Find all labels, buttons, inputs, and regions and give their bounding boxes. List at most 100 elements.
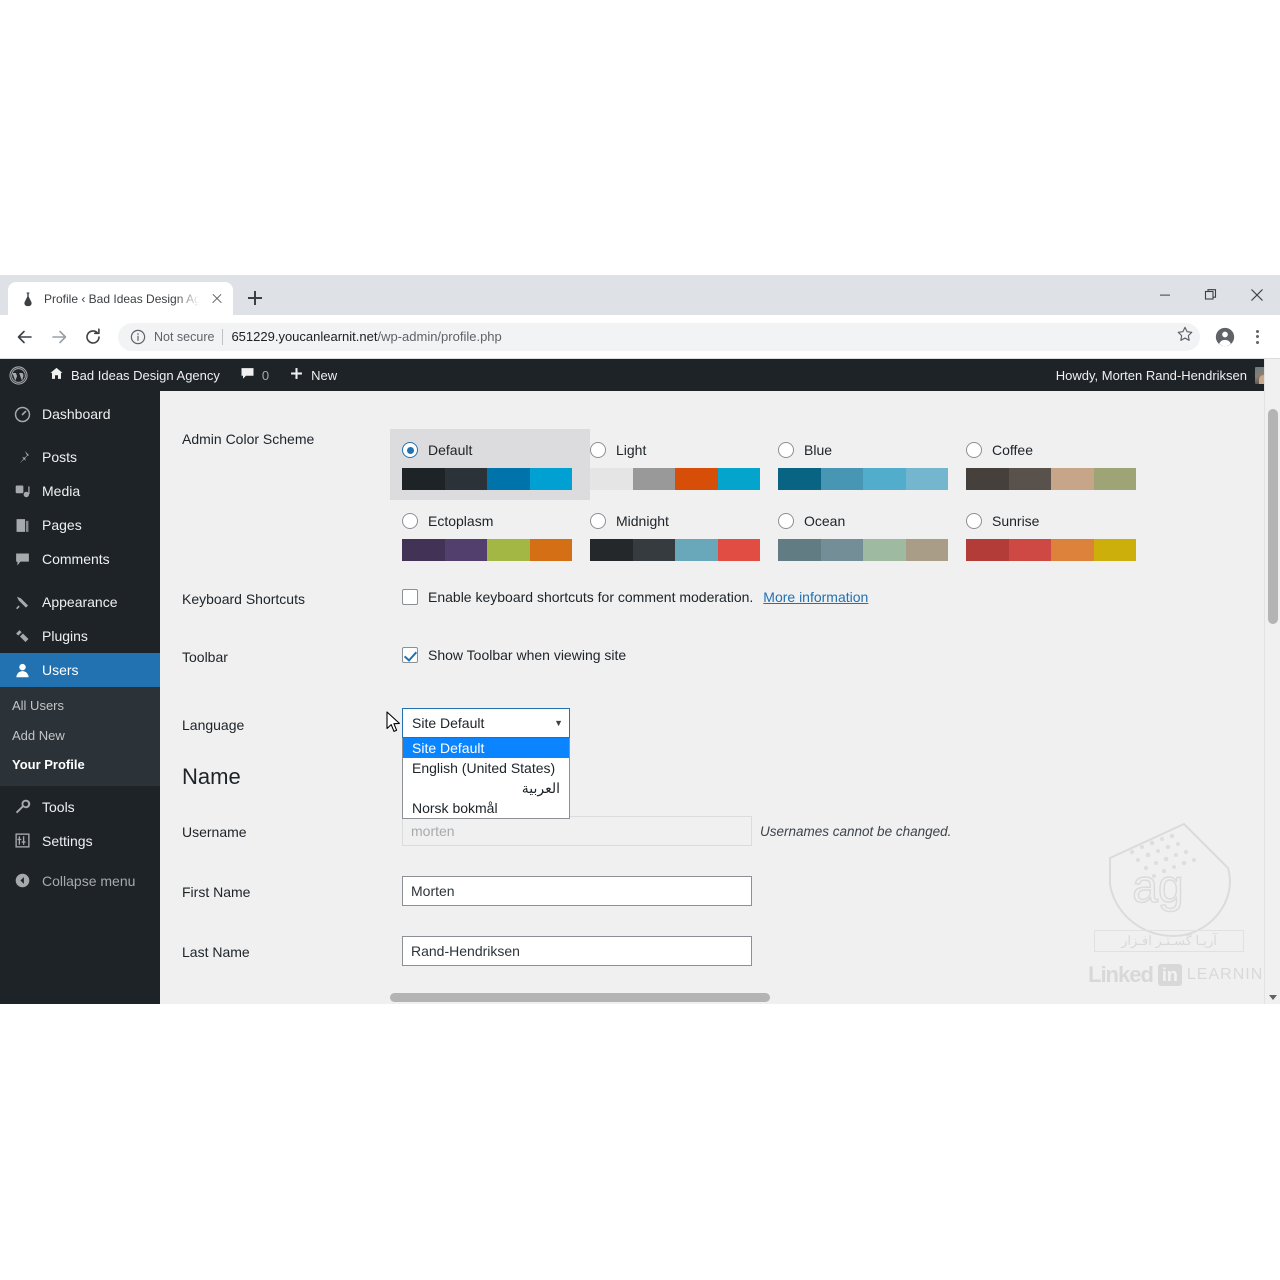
language-option-arabic[interactable]: العربية	[403, 778, 569, 798]
sidebar-item-your-profile[interactable]: Your Profile	[0, 750, 160, 780]
tab-close-icon[interactable]	[209, 291, 225, 307]
site-name-menu[interactable]: Bad Ideas Design Agency	[39, 359, 230, 391]
sidebar-item-tools[interactable]: Tools	[0, 790, 160, 824]
wordpress-logo-icon[interactable]	[0, 359, 39, 391]
palette-blue	[778, 468, 948, 490]
url-host: 651229.youcanlearnit.net	[231, 329, 378, 344]
horizontal-scrollbar-thumb[interactable]	[390, 993, 770, 1002]
sidebar-item-media[interactable]: Media	[0, 474, 160, 508]
radio-midnight[interactable]	[590, 513, 606, 529]
screenshot-root: Profile ‹ Bad Ideas Design Agency	[0, 0, 1280, 1280]
collapse-menu-button[interactable]: Collapse menu	[0, 864, 160, 898]
my-account-menu[interactable]: Howdy, Morten Rand-Hendriksen	[1056, 359, 1280, 391]
row-toolbar: Toolbar Show Toolbar when viewing site	[182, 647, 1280, 665]
sidebar-item-all-users[interactable]: All Users	[0, 691, 160, 721]
language-option-english-us[interactable]: English (United States)	[403, 758, 569, 778]
color-scheme-coffee[interactable]: Coffee	[954, 429, 1154, 500]
forward-arrow-icon[interactable]	[44, 322, 74, 352]
sidebar-item-posts[interactable]: Posts	[0, 440, 160, 474]
keyboard-shortcuts-checkbox[interactable]	[402, 589, 418, 605]
address-bar-url: 651229.youcanlearnit.net/wp-admin/profil…	[231, 329, 501, 344]
comment-bubble-icon	[240, 366, 255, 384]
color-scheme-ectoplasm[interactable]: Ectoplasm	[390, 500, 590, 571]
profile-form: Admin Color Scheme Default Light Blue Co…	[160, 391, 1280, 1004]
palette-default	[402, 468, 572, 490]
first-name-input[interactable]	[402, 876, 752, 906]
new-content-menu[interactable]: New	[279, 359, 347, 391]
sidebar-item-dashboard[interactable]: Dashboard	[0, 397, 160, 431]
color-scheme-options: Default Light Blue Coffee Ectoplasm Midn…	[390, 429, 1202, 571]
url-path: /wp-admin/profile.php	[377, 329, 502, 344]
sidebar-item-users[interactable]: Users	[0, 653, 160, 687]
language-option-site-default[interactable]: Site Default	[403, 738, 569, 758]
sidebar-label: Tools	[42, 798, 75, 815]
radio-blue[interactable]	[778, 442, 794, 458]
color-scheme-sunrise[interactable]: Sunrise	[954, 500, 1154, 571]
toolbar-checkbox[interactable]	[402, 647, 418, 663]
last-name-input[interactable]	[402, 936, 752, 966]
reload-icon[interactable]	[78, 322, 108, 352]
sidebar-label: Users	[42, 662, 79, 678]
bookmark-star-icon[interactable]	[1176, 325, 1194, 348]
new-label: New	[311, 367, 338, 383]
scroll-down-arrow-icon[interactable]	[1268, 995, 1277, 1000]
scheme-label: Blue	[804, 442, 833, 458]
back-arrow-icon[interactable]	[10, 322, 40, 352]
radio-sunrise[interactable]	[966, 513, 982, 529]
palette-ectoplasm	[402, 539, 572, 561]
scheme-label: Ocean	[804, 513, 846, 529]
radio-ocean[interactable]	[778, 513, 794, 529]
radio-default[interactable]	[402, 442, 418, 458]
account-circle-icon[interactable]	[1210, 322, 1240, 352]
row-first-name: First Name	[182, 876, 1280, 906]
keyboard-shortcuts-text: Enable keyboard shortcuts for comment mo…	[428, 589, 754, 605]
comment-icon	[12, 551, 32, 568]
sidebar-item-comments[interactable]: Comments	[0, 542, 160, 576]
language-selected-value: Site Default	[412, 715, 485, 731]
vertical-scrollbar-thumb[interactable]	[1268, 409, 1278, 624]
browser-tab[interactable]: Profile ‹ Bad Ideas Design Agency	[8, 282, 233, 315]
minimize-icon[interactable]	[1142, 275, 1188, 315]
color-scheme-blue[interactable]: Blue	[766, 429, 966, 500]
row-last-name: Last Name	[182, 936, 1280, 966]
comments-menu[interactable]: 0	[230, 359, 279, 391]
wrench-icon	[12, 798, 32, 815]
radio-light[interactable]	[590, 442, 606, 458]
sidebar-item-pages[interactable]: Pages	[0, 508, 160, 542]
scheme-label: Default	[428, 442, 473, 458]
new-tab-button[interactable]	[241, 284, 269, 312]
sidebar-item-add-new[interactable]: Add New	[0, 721, 160, 751]
address-bar[interactable]: Not secure 651229.youcanlearnit.net/wp-a…	[118, 322, 1200, 351]
chevron-down-icon: ▼	[554, 717, 563, 728]
language-option-norsk-bokmal[interactable]: Norsk bokmål	[403, 798, 569, 818]
kebab-menu-icon[interactable]	[1244, 322, 1270, 352]
pages-icon	[12, 517, 32, 534]
horizontal-scrollbar[interactable]	[160, 991, 1264, 1004]
sidebar-item-plugins[interactable]: Plugins	[0, 619, 160, 653]
sidebar-label: Plugins	[42, 628, 88, 644]
palette-sunrise	[966, 539, 1136, 561]
sidebar-item-appearance[interactable]: Appearance	[0, 585, 160, 619]
omnibox-divider	[222, 328, 224, 345]
maximize-icon[interactable]	[1188, 275, 1234, 315]
sidebar-item-settings[interactable]: Settings	[0, 824, 160, 858]
media-icon	[12, 483, 32, 500]
row-admin-color-scheme: Admin Color Scheme Default Light Blue Co…	[182, 429, 1280, 571]
palette-ocean	[778, 539, 948, 561]
vertical-scrollbar[interactable]	[1264, 359, 1280, 1004]
radio-coffee[interactable]	[966, 442, 982, 458]
browser-tab-title: Profile ‹ Bad Ideas Design Agency	[44, 291, 201, 306]
radio-ectoplasm[interactable]	[402, 513, 418, 529]
username-input	[402, 816, 752, 846]
wp-body: Dashboard Posts Media Pages Comments App…	[0, 391, 1280, 1004]
site-name-label: Bad Ideas Design Agency	[71, 367, 220, 383]
plus-icon	[289, 366, 304, 384]
color-scheme-ocean[interactable]: Ocean	[766, 500, 966, 571]
color-scheme-midnight[interactable]: Midnight	[578, 500, 778, 571]
color-scheme-light[interactable]: Light	[578, 429, 778, 500]
language-select[interactable]: Site Default ▼	[402, 708, 570, 738]
window-close-icon[interactable]	[1234, 275, 1280, 315]
more-information-link[interactable]: More information	[763, 589, 868, 605]
admin-sidebar-menu: Dashboard Posts Media Pages Comments App…	[0, 391, 160, 1004]
color-scheme-default[interactable]: Default	[390, 429, 590, 500]
